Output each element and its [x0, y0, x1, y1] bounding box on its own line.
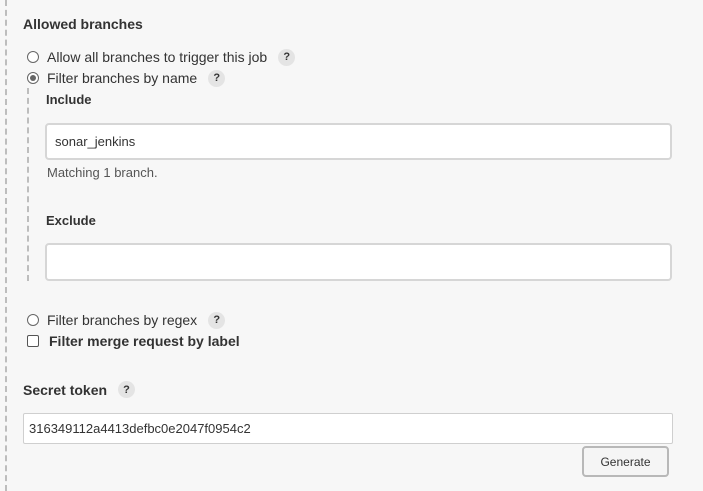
exclude-input[interactable] — [45, 243, 672, 281]
filter-by-name-nested-border — [27, 88, 29, 281]
allowed-branches-title: Allowed branches — [23, 16, 143, 32]
filter-merge-request-checkbox[interactable] — [27, 335, 39, 347]
allow-all-branches-option[interactable]: Allow all branches to trigger this job ? — [27, 47, 296, 67]
outer-dashed-border — [5, 0, 7, 491]
help-icon[interactable]: ? — [208, 69, 226, 87]
filter-by-regex-label: Filter branches by regex — [47, 312, 198, 328]
exclude-label: Exclude — [46, 213, 96, 228]
filter-by-name-radio[interactable] — [27, 72, 39, 84]
filter-by-regex-option[interactable]: Filter branches by regex ? — [27, 310, 226, 330]
secret-token-label-row: Secret token ? — [23, 381, 136, 398]
secret-token-input[interactable] — [23, 413, 673, 444]
help-icon[interactable]: ? — [278, 48, 296, 66]
filter-by-name-option[interactable]: Filter branches by name ? — [27, 68, 226, 88]
generate-button[interactable]: Generate — [582, 446, 669, 477]
include-label: Include — [46, 92, 92, 107]
filter-by-name-label: Filter branches by name — [47, 70, 198, 86]
filter-by-regex-radio[interactable] — [27, 314, 39, 326]
secret-token-label: Secret token — [23, 381, 108, 398]
allow-all-radio[interactable] — [27, 51, 39, 63]
filter-merge-request-option[interactable]: Filter merge request by label — [27, 331, 240, 351]
allow-all-label: Allow all branches to trigger this job — [47, 49, 268, 65]
filter-merge-request-label: Filter merge request by label — [49, 333, 240, 349]
matching-branch-text: Matching 1 branch. — [47, 165, 158, 180]
include-input[interactable] — [45, 123, 672, 160]
help-icon[interactable]: ? — [208, 311, 226, 329]
help-icon[interactable]: ? — [118, 381, 136, 398]
